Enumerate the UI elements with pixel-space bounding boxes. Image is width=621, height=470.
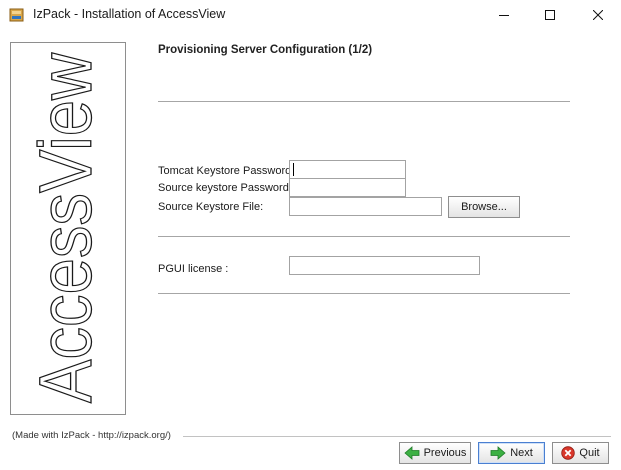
quit-button[interactable]: Quit — [552, 442, 609, 464]
source-keystore-password-input[interactable] — [289, 178, 406, 197]
source-keystore-password-label: Source keystore Password: — [158, 182, 292, 194]
tomcat-keystore-password-input[interactable] — [289, 160, 406, 179]
source-keystore-file-input[interactable] — [289, 197, 442, 216]
side-logo-panel: AccessView — [10, 42, 126, 415]
close-icon — [593, 10, 603, 20]
separator-top — [158, 101, 570, 102]
installer-content: AccessView Provisioning Server Configura… — [0, 30, 621, 470]
accessview-logo: AccessView — [23, 52, 107, 404]
minimize-icon — [499, 15, 509, 16]
browse-button[interactable]: Browse... — [448, 196, 520, 218]
browse-button-label: Browse... — [461, 201, 507, 213]
text-caret — [293, 163, 294, 176]
panel-title: Provisioning Server Configuration (1/2) — [158, 44, 373, 56]
separator-bottom — [158, 293, 570, 294]
quit-button-label: Quit — [579, 447, 600, 459]
window-titlebar: IzPack - Installation of AccessView — [0, 0, 621, 30]
made-with-izpack-text: (Made with IzPack - http://izpack.org/) — [12, 430, 171, 441]
footer-separator — [183, 436, 611, 437]
pgui-license-label: PGUI license : — [158, 263, 229, 275]
separator-middle — [158, 236, 570, 237]
previous-arrow-icon — [403, 446, 419, 460]
next-arrow-icon — [490, 446, 506, 460]
quit-icon — [561, 446, 576, 460]
close-button[interactable] — [575, 0, 621, 30]
izpack-app-icon — [9, 8, 24, 22]
maximize-button[interactable] — [527, 0, 573, 30]
next-button[interactable]: Next — [478, 442, 545, 464]
previous-button-label: Previous — [423, 447, 467, 459]
source-keystore-file-label: Source Keystore File: — [158, 201, 264, 213]
next-button-label: Next — [510, 447, 533, 459]
pgui-license-input[interactable] — [289, 256, 480, 275]
minimize-button[interactable] — [481, 0, 527, 30]
window-title: IzPack - Installation of AccessView — [33, 7, 226, 21]
tomcat-keystore-password-label: Tomcat Keystore Password: — [158, 165, 295, 177]
logo-text: AccessView — [24, 53, 107, 403]
previous-button[interactable]: Previous — [399, 442, 471, 464]
maximize-icon — [545, 10, 555, 20]
